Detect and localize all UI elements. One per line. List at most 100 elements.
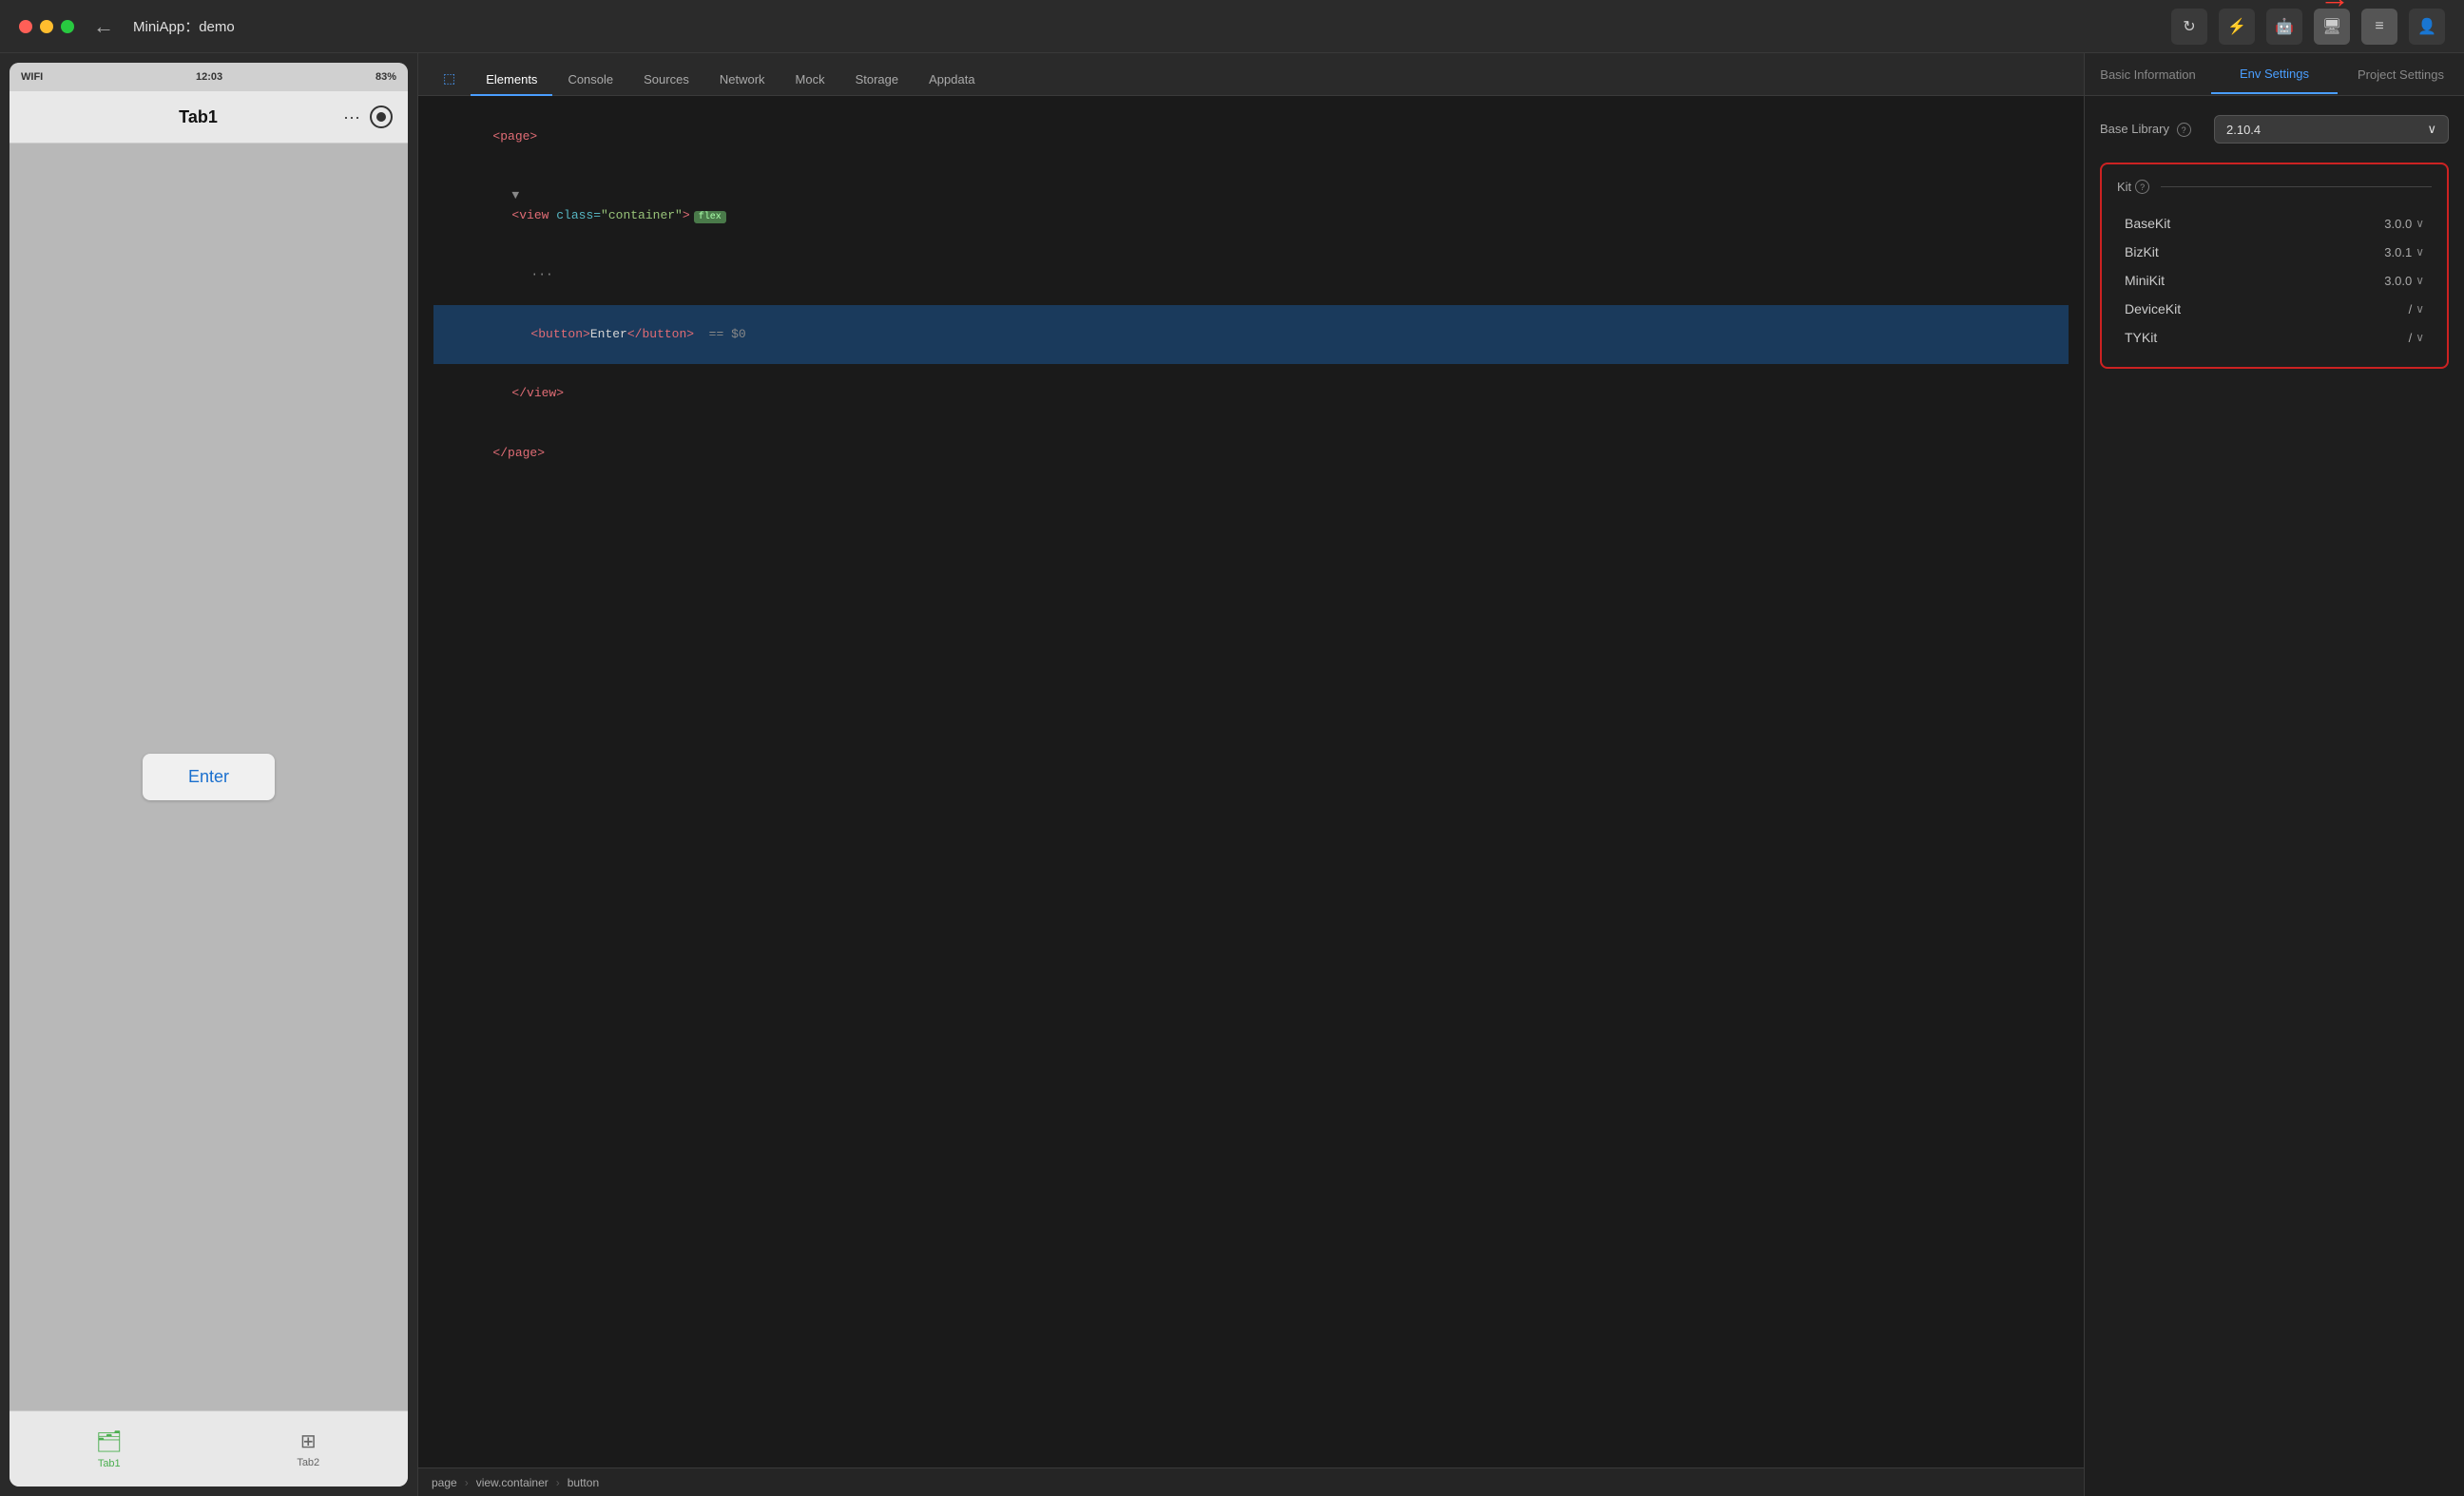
minikit-version: 3.0.0 <box>2384 274 2412 288</box>
phone-page-title: Tab1 <box>179 107 218 127</box>
base-library-help-icon[interactable]: ? <box>2177 123 2191 137</box>
battery-label: 83% <box>375 71 396 83</box>
tab-network[interactable]: Network <box>704 65 780 96</box>
traffic-lights <box>19 20 74 33</box>
chevron-down-icon: ∨ <box>2427 122 2436 137</box>
phone-nav-bar: Tab1 ··· <box>10 91 408 144</box>
breadcrumb-button[interactable]: button <box>568 1476 599 1489</box>
kit-help-icon[interactable]: ? <box>2135 180 2149 194</box>
enter-button[interactable]: Enter <box>143 754 275 800</box>
title-bar: ← MiniApp：demo ↻ ⚡ 🤖 🖥 ≡ → 👤 <box>0 0 2464 53</box>
tab-project-settings[interactable]: Project Settings <box>2338 56 2464 93</box>
right-panel-content: Base Library ? 2.10.4 ∨ Kit ? <box>2085 96 2464 1496</box>
phone-status-bar: WIFI 12:03 83% <box>10 63 408 91</box>
tab-storage[interactable]: Storage <box>840 65 914 96</box>
record-icon <box>376 112 386 122</box>
devicekit-row[interactable]: DeviceKit / ∨ <box>2117 295 2432 323</box>
tab-appdata[interactable]: Appdata <box>914 65 990 96</box>
basekit-row[interactable]: BaseKit 3.0.0 ∨ <box>2117 209 2432 238</box>
right-panel-tabs: Basic Information Env Settings Project S… <box>2085 53 2464 96</box>
devtools-tabs: ⬚ Elements Console Sources Network Mock … <box>418 53 2084 96</box>
tab-console[interactable]: Console <box>552 65 628 96</box>
refresh-icon: ↻ <box>2183 17 2195 36</box>
code-line-page-close: </page> <box>433 424 2069 483</box>
minikit-chevron-icon: ∨ <box>2416 274 2424 287</box>
code-line-view-close: </view> <box>433 364 2069 423</box>
close-button[interactable] <box>19 20 32 33</box>
base-library-dropdown[interactable]: 2.10.4 ∨ <box>2214 115 2449 144</box>
right-panel: Basic Information Env Settings Project S… <box>2084 53 2464 1496</box>
phone-nav-icons: ··· <box>343 105 393 128</box>
screen-button[interactable]: 🖥 <box>2314 9 2350 45</box>
kit-label: Kit <box>2117 180 2131 194</box>
bizkit-name: BizKit <box>2125 244 2384 259</box>
title-bar-actions: ↻ ⚡ 🤖 🖥 ≡ → 👤 <box>2171 9 2445 45</box>
tab-basic-information[interactable]: Basic Information <box>2085 56 2211 93</box>
breadcrumb-view-container[interactable]: view.container <box>476 1476 549 1489</box>
wifi-label: WIFI <box>21 71 43 83</box>
menu-button[interactable]: ≡ <box>2361 9 2397 45</box>
record-button[interactable] <box>370 105 393 128</box>
devtools-panel: ⬚ Elements Console Sources Network Mock … <box>418 53 2084 1496</box>
tab-elements[interactable]: Elements <box>471 65 552 96</box>
nav-dots-icon[interactable]: ··· <box>343 107 360 127</box>
tab-mock[interactable]: Mock <box>780 65 840 96</box>
basekit-version: 3.0.0 <box>2384 217 2412 231</box>
breadcrumb-sep-1: › <box>465 1476 469 1489</box>
flex-badge: flex <box>694 211 726 223</box>
back-button[interactable]: ← <box>93 14 114 39</box>
tab2-icon: ⊞ <box>300 1429 317 1453</box>
code-line-view: ▼ <view class="container">flex <box>433 166 2069 245</box>
tab2-label: Tab2 <box>297 1457 319 1468</box>
screen-icon: 🖥 <box>2322 17 2341 36</box>
phone-frame: WIFI 12:03 83% Tab1 ··· Enter <box>10 63 408 1486</box>
base-library-label: Base Library ? <box>2100 122 2214 138</box>
tab-env-settings[interactable]: Env Settings <box>2211 55 2338 94</box>
tab1-label: Tab1 <box>98 1458 121 1469</box>
code-line-button[interactable]: <button>Enter</button> == $0 <box>433 305 2069 364</box>
menu-icon: ≡ <box>2375 18 2383 35</box>
devicekit-chevron-icon: ∨ <box>2416 302 2424 316</box>
minikit-name: MiniKit <box>2125 273 2384 288</box>
maximize-button[interactable] <box>61 20 74 33</box>
tykit-chevron-icon: ∨ <box>2416 331 2424 344</box>
robot-button[interactable]: 🤖 <box>2266 9 2302 45</box>
debug-icon: ⚡ <box>2227 17 2246 36</box>
debug-button[interactable]: ⚡ <box>2219 9 2255 45</box>
breadcrumb-sep-2: › <box>556 1476 560 1489</box>
tykit-row[interactable]: TYKit / ∨ <box>2117 323 2432 352</box>
devtools-breadcrumb: page › view.container › button <box>418 1467 2084 1496</box>
bizkit-chevron-icon: ∨ <box>2416 245 2424 259</box>
tykit-name: TYKit <box>2125 330 2409 345</box>
kit-header-divider <box>2161 186 2432 187</box>
main-content: WIFI 12:03 83% Tab1 ··· Enter <box>0 53 2464 1496</box>
refresh-button[interactable]: ↻ <box>2171 9 2207 45</box>
tab1-item[interactable]: 🗂 Tab1 <box>10 1411 209 1486</box>
time-label: 12:03 <box>196 71 222 83</box>
bizkit-row[interactable]: BizKit 3.0.1 ∨ <box>2117 238 2432 266</box>
code-line-page-open: <page> <box>433 107 2069 166</box>
tab-selector-tool[interactable]: ⬚ <box>428 63 471 96</box>
app-title: MiniApp：demo <box>133 16 2171 36</box>
profile-icon: 👤 <box>2417 17 2436 36</box>
tab1-icon: 🗂 <box>96 1429 123 1454</box>
minimize-button[interactable] <box>40 20 53 33</box>
tab-sources[interactable]: Sources <box>628 65 704 96</box>
base-library-value: 2.10.4 ∨ <box>2214 115 2449 144</box>
tab2-item[interactable]: ⊞ Tab2 <box>209 1411 409 1486</box>
base-library-row: Base Library ? 2.10.4 ∨ <box>2100 115 2449 144</box>
minikit-row[interactable]: MiniKit 3.0.0 ∨ <box>2117 266 2432 295</box>
phone-simulator: WIFI 12:03 83% Tab1 ··· Enter <box>0 53 418 1496</box>
phone-tab-bar: 🗂 Tab1 ⊞ Tab2 <box>10 1410 408 1486</box>
kit-section: Kit ? BaseKit 3.0.0 ∨ BizKit 3.0.1 ∨ <box>2100 163 2449 369</box>
devtools-code-view: <page> ▼ <view class="container">flex ··… <box>418 96 2084 1467</box>
bizkit-version: 3.0.1 <box>2384 245 2412 259</box>
tykit-version: / <box>2409 331 2413 345</box>
profile-button[interactable]: 👤 <box>2409 9 2445 45</box>
code-line-dots: ··· <box>433 246 2069 305</box>
devicekit-version: / <box>2409 302 2413 316</box>
robot-icon: 🤖 <box>2275 17 2294 36</box>
breadcrumb-page[interactable]: page <box>432 1476 457 1489</box>
basekit-name: BaseKit <box>2125 216 2384 231</box>
phone-body: Enter <box>10 144 408 1410</box>
